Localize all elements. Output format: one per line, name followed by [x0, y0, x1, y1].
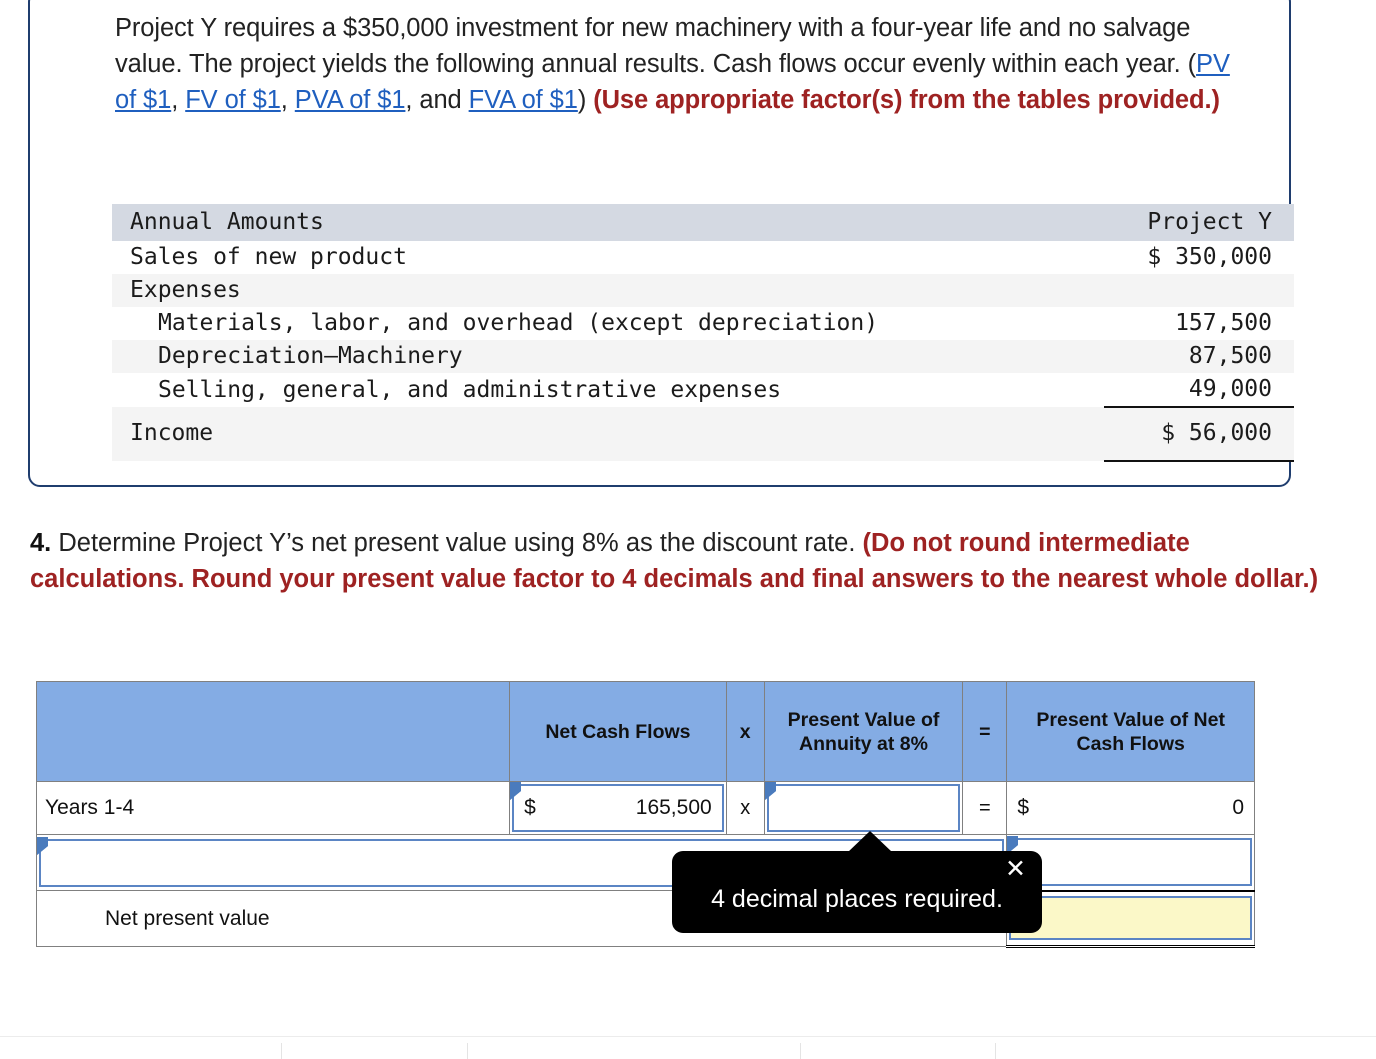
use-factors-instruction: (Use appropriate factor(s) from the tabl…	[593, 86, 1220, 114]
sep-2: ,	[280, 86, 295, 114]
net-present-value-input[interactable]	[1009, 896, 1252, 941]
net-cash-flows-input-holder[interactable]: $ 165,500	[510, 782, 726, 834]
pva-of-1-link[interactable]: PVA of $1	[295, 86, 406, 114]
validation-tooltip: ✕ 4 decimal places required.	[672, 831, 1042, 933]
pv-annuity-input-holder[interactable]	[764, 782, 962, 834]
npv-cell-npv-answer	[1006, 889, 1255, 948]
pv-net-cash-flows-result: $ 0	[1007, 782, 1254, 834]
sep-1: ,	[171, 86, 186, 114]
dollar-sign: $	[1017, 796, 1030, 819]
footer-strip	[0, 1036, 1376, 1059]
footer-divider	[281, 1043, 282, 1059]
header-project-y: Project Y	[1147, 209, 1272, 235]
question-text: Determine Project Y’s net present value …	[51, 529, 863, 557]
sep-3: , and	[405, 86, 469, 114]
problem-statement-text: Project Y requires a $350,000 investment…	[115, 10, 1235, 118]
row-label-depreciation: Depreciation—Machinery	[158, 343, 463, 369]
npv-cell-label-years: Years 1-4	[35, 781, 511, 835]
table-row: Sales of new product $ 350,000	[112, 241, 1294, 274]
npv-header-pv-net-cash-flows: Present Value of Net Cash Flows	[1006, 681, 1255, 782]
row-label-income: Income	[130, 420, 214, 446]
row-value-materials: 157,500	[1175, 310, 1272, 336]
cell-flag-icon	[37, 836, 48, 855]
net-cash-flows-value: 165,500	[635, 796, 712, 819]
header-annual-amounts: Annual Amounts	[130, 209, 324, 235]
npv-cell-pv-annuity	[763, 781, 964, 835]
close-icon[interactable]: ✕	[1005, 856, 1026, 881]
npv-header-net-cash-flows: Net Cash Flows	[509, 681, 727, 782]
question-4: 4. Determine Project Y’s net present val…	[30, 525, 1350, 597]
npv-header-pv-annuity: Present Value of Annuity at 8%	[763, 681, 964, 782]
row-value-income: $ 56,000	[1104, 406, 1294, 462]
row-value-sga: 49,000	[1188, 376, 1272, 402]
npv-header-row: Net Cash Flows x Present Value of Annuit…	[35, 681, 1255, 782]
pv-net-cash-flows-value: 0	[1232, 796, 1244, 819]
npv-answer-input-holder[interactable]	[1007, 894, 1254, 942]
blank-right-input-holder[interactable]	[1007, 836, 1254, 888]
npv-row-net-present-value: Net present value	[35, 889, 1255, 948]
row-value-depreciation: 87,500	[1188, 343, 1272, 369]
npv-header-times: x	[725, 681, 765, 782]
net-cash-flows-input[interactable]: $ 165,500	[512, 784, 724, 832]
npv-header-equals: =	[962, 681, 1008, 782]
page-root: Project Y requires a $350,000 investment…	[0, 0, 1376, 1059]
row-value-expenses	[1104, 274, 1294, 307]
cell-flag-icon	[510, 782, 522, 800]
cell-flag-icon	[764, 782, 776, 800]
npv-operator-times: x	[725, 781, 765, 835]
close-paren: )	[577, 86, 594, 114]
problem-text-part1: Project Y requires a $350,000 investment…	[115, 14, 1197, 78]
row-label-expenses: Expenses	[130, 277, 241, 303]
footer-divider	[995, 1043, 996, 1059]
npv-cell-net-cash-flows: $ 165,500	[509, 781, 727, 835]
npv-operator-equals: =	[962, 781, 1008, 835]
npv-cell-pv-net-cash-flows: $ 0	[1006, 781, 1255, 835]
npv-worksheet-table: Net Cash Flows x Present Value of Annuit…	[35, 681, 1255, 948]
table-row: Selling, general, and administrative exp…	[112, 373, 1294, 407]
question-number: 4.	[30, 529, 52, 557]
blank-right-input[interactable]	[1009, 838, 1252, 887]
row-value-sales: $ 350,000	[1147, 244, 1272, 270]
npv-row-years-1-4: Years 1-4 $ 165,500 x = $ 0	[35, 781, 1255, 835]
table-row: Materials, labor, and overhead (except d…	[112, 307, 1294, 340]
pv-annuity-factor-input[interactable]	[766, 784, 961, 832]
fv-of-1-link[interactable]: FV of $1	[185, 86, 281, 114]
footer-divider	[467, 1043, 468, 1059]
npv-cell-blank-right	[1006, 834, 1255, 891]
fva-of-1-link[interactable]: FVA of $1	[469, 86, 578, 114]
table-header-row: Annual Amounts Project Y	[112, 204, 1294, 241]
table-row: Depreciation—Machinery 87,500	[112, 340, 1294, 373]
tooltip-message: 4 decimal places required.	[711, 885, 1003, 913]
row-label-materials: Materials, labor, and overhead (except d…	[158, 310, 879, 336]
npv-row-blank	[35, 834, 1255, 891]
table-row: Expenses	[112, 274, 1294, 307]
row-label-sga: Selling, general, and administrative exp…	[158, 376, 782, 403]
annual-amounts-table: Annual Amounts Project Y Sales of new pr…	[112, 204, 1294, 462]
npv-header-blank	[35, 681, 511, 782]
row-label-sales: Sales of new product	[130, 244, 407, 270]
footer-divider	[800, 1043, 801, 1059]
npv-label-years-1-4: Years 1-4	[45, 796, 135, 819]
tooltip-arrow-icon	[848, 831, 892, 852]
table-row-total: Income $ 56,000	[112, 406, 1294, 462]
